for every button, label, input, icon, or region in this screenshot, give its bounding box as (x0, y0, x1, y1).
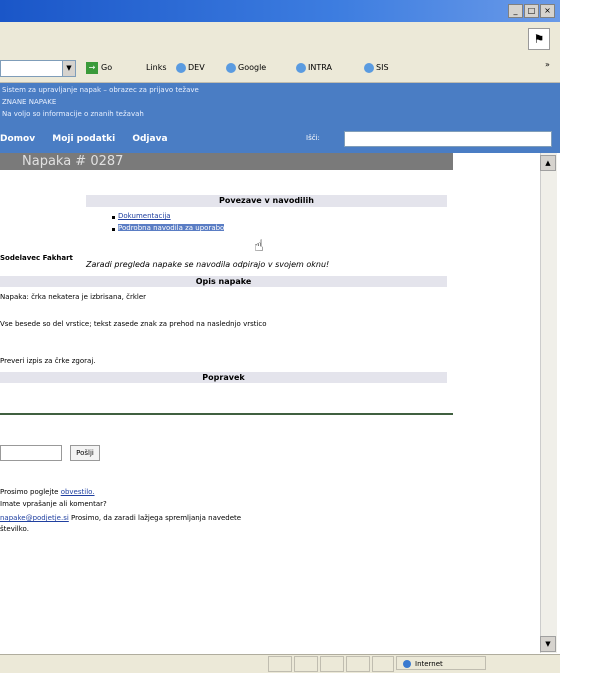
status-panel (268, 656, 292, 672)
header-line-1: Sistem za upravljanje napak – obrazec za… (2, 86, 199, 94)
scroll-down-button[interactable]: ▼ (540, 636, 556, 652)
header-line-2: ZNANE NAPAKE (2, 98, 57, 106)
links-label: Links (146, 63, 167, 72)
related-note: Zaradi pregleda napake se navodila odpir… (86, 260, 330, 269)
bullet-icon (112, 228, 115, 231)
nav-row: Domov Moji podatki Odjava (0, 132, 182, 146)
nav-logout[interactable]: Odjava (132, 134, 167, 144)
answers-header: Popravek (0, 372, 447, 383)
comment-input[interactable] (0, 445, 62, 461)
bullet-icon (112, 216, 115, 219)
footer-line-4: številko. (0, 525, 29, 533)
hand-cursor-icon: ☝ (254, 236, 264, 255)
status-panel (294, 656, 318, 672)
search-label: Išči: (306, 134, 320, 142)
minimize-button[interactable]: _ (508, 4, 523, 18)
related-header: Povezave v navodilih (86, 195, 447, 207)
description-line-1: Napaka: črka nekatera je izbrisana, črkl… (0, 293, 147, 301)
related-link-2[interactable]: Podrobna navodila za uporabo (118, 224, 225, 232)
scroll-up-button[interactable]: ▲ (540, 155, 556, 171)
page-title: Napaka # 0287 (0, 153, 453, 170)
go-button[interactable]: → Go (86, 60, 112, 75)
quicklink-sis[interactable]: SIS (364, 60, 389, 75)
go-arrow-icon: → (86, 61, 98, 74)
description-header: Opis napake (0, 276, 447, 287)
status-panel (346, 656, 370, 672)
address-bar (0, 56, 560, 83)
close-button[interactable]: × (540, 4, 555, 18)
status-panel (320, 656, 344, 672)
nav-my-data[interactable]: Moji podatki (52, 134, 115, 144)
send-button[interactable]: Pošlji (70, 445, 100, 461)
divider (0, 413, 453, 415)
menu-bar (0, 22, 560, 57)
footer-line-2: Imate vprašanje ali komentar? (0, 500, 107, 508)
quicklink-google[interactable]: Google (226, 60, 266, 75)
quicklink-intra[interactable]: INTRA (296, 60, 332, 75)
notice-link[interactable]: obvestilo. (61, 488, 95, 496)
ie-page-icon (296, 62, 306, 73)
ie-page-icon (176, 62, 186, 73)
header-line-3: Na voljo so informacije o znanih težavah (2, 110, 144, 118)
window-title-bar (0, 0, 560, 22)
ie-page-icon (226, 62, 236, 73)
maximize-button[interactable]: □ (524, 4, 539, 18)
author-name: Sodelavec Fakhart (0, 254, 73, 262)
footer-line-1: Prosimo poglejte obvestilo. (0, 488, 95, 496)
address-dropdown-button[interactable]: ▼ (62, 60, 76, 77)
description-line-3: Preveri izpis za črke zgoraj. (0, 357, 96, 365)
nav-home[interactable]: Domov (0, 134, 35, 144)
quicklink-dev[interactable]: DEV (176, 60, 205, 75)
windows-logo-icon: ⚑ (528, 28, 550, 50)
related-link-1[interactable]: Dokumentacija (118, 212, 171, 220)
email-link[interactable]: napake@podjetje.si (0, 514, 69, 522)
ie-page-icon (364, 62, 374, 73)
search-input[interactable] (344, 131, 552, 147)
status-panel (372, 656, 394, 672)
globe-icon (403, 660, 411, 668)
footer-line-3: napake@podjetje.si Prosimo, da zaradi la… (0, 514, 242, 522)
chevron-right-icon[interactable]: » (545, 60, 550, 69)
vertical-scrollbar[interactable] (540, 153, 557, 653)
go-label: Go (101, 63, 113, 72)
address-input[interactable] (0, 60, 64, 77)
description-line-2: Vse besede so del vrstice; tekst zasede … (0, 320, 267, 328)
security-zone: Internet (396, 656, 486, 670)
